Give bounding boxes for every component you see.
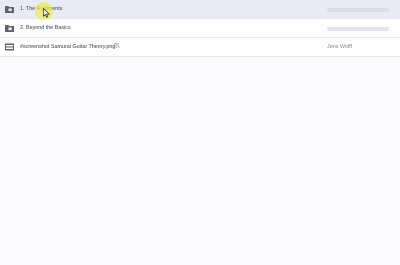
file-name: 2. Beyond the Basics bbox=[20, 25, 71, 31]
list-item-folder-rudiments[interactable]: 1. The Rudiments bbox=[0, 0, 400, 19]
file-list: 1. The Rudiments 2. Beyond the Basics #s… bbox=[0, 0, 400, 57]
mouse-pointer-icon bbox=[43, 8, 51, 18]
file-name: #screenshot Samurai Guitar Theory.png bbox=[20, 44, 116, 50]
loading-placeholder bbox=[327, 8, 389, 12]
list-item-folder-beyond-basics[interactable]: 2. Beyond the Basics bbox=[0, 19, 400, 38]
list-item-image-file[interactable]: #screenshot Samurai Guitar Theory.png Je… bbox=[0, 38, 400, 57]
folder-icon bbox=[5, 25, 14, 32]
folder-icon bbox=[5, 6, 14, 13]
owner-name: Jens Wolff bbox=[327, 44, 352, 50]
image-file-icon bbox=[5, 43, 14, 51]
shared-people-icon bbox=[113, 42, 120, 49]
loading-placeholder bbox=[327, 27, 389, 31]
